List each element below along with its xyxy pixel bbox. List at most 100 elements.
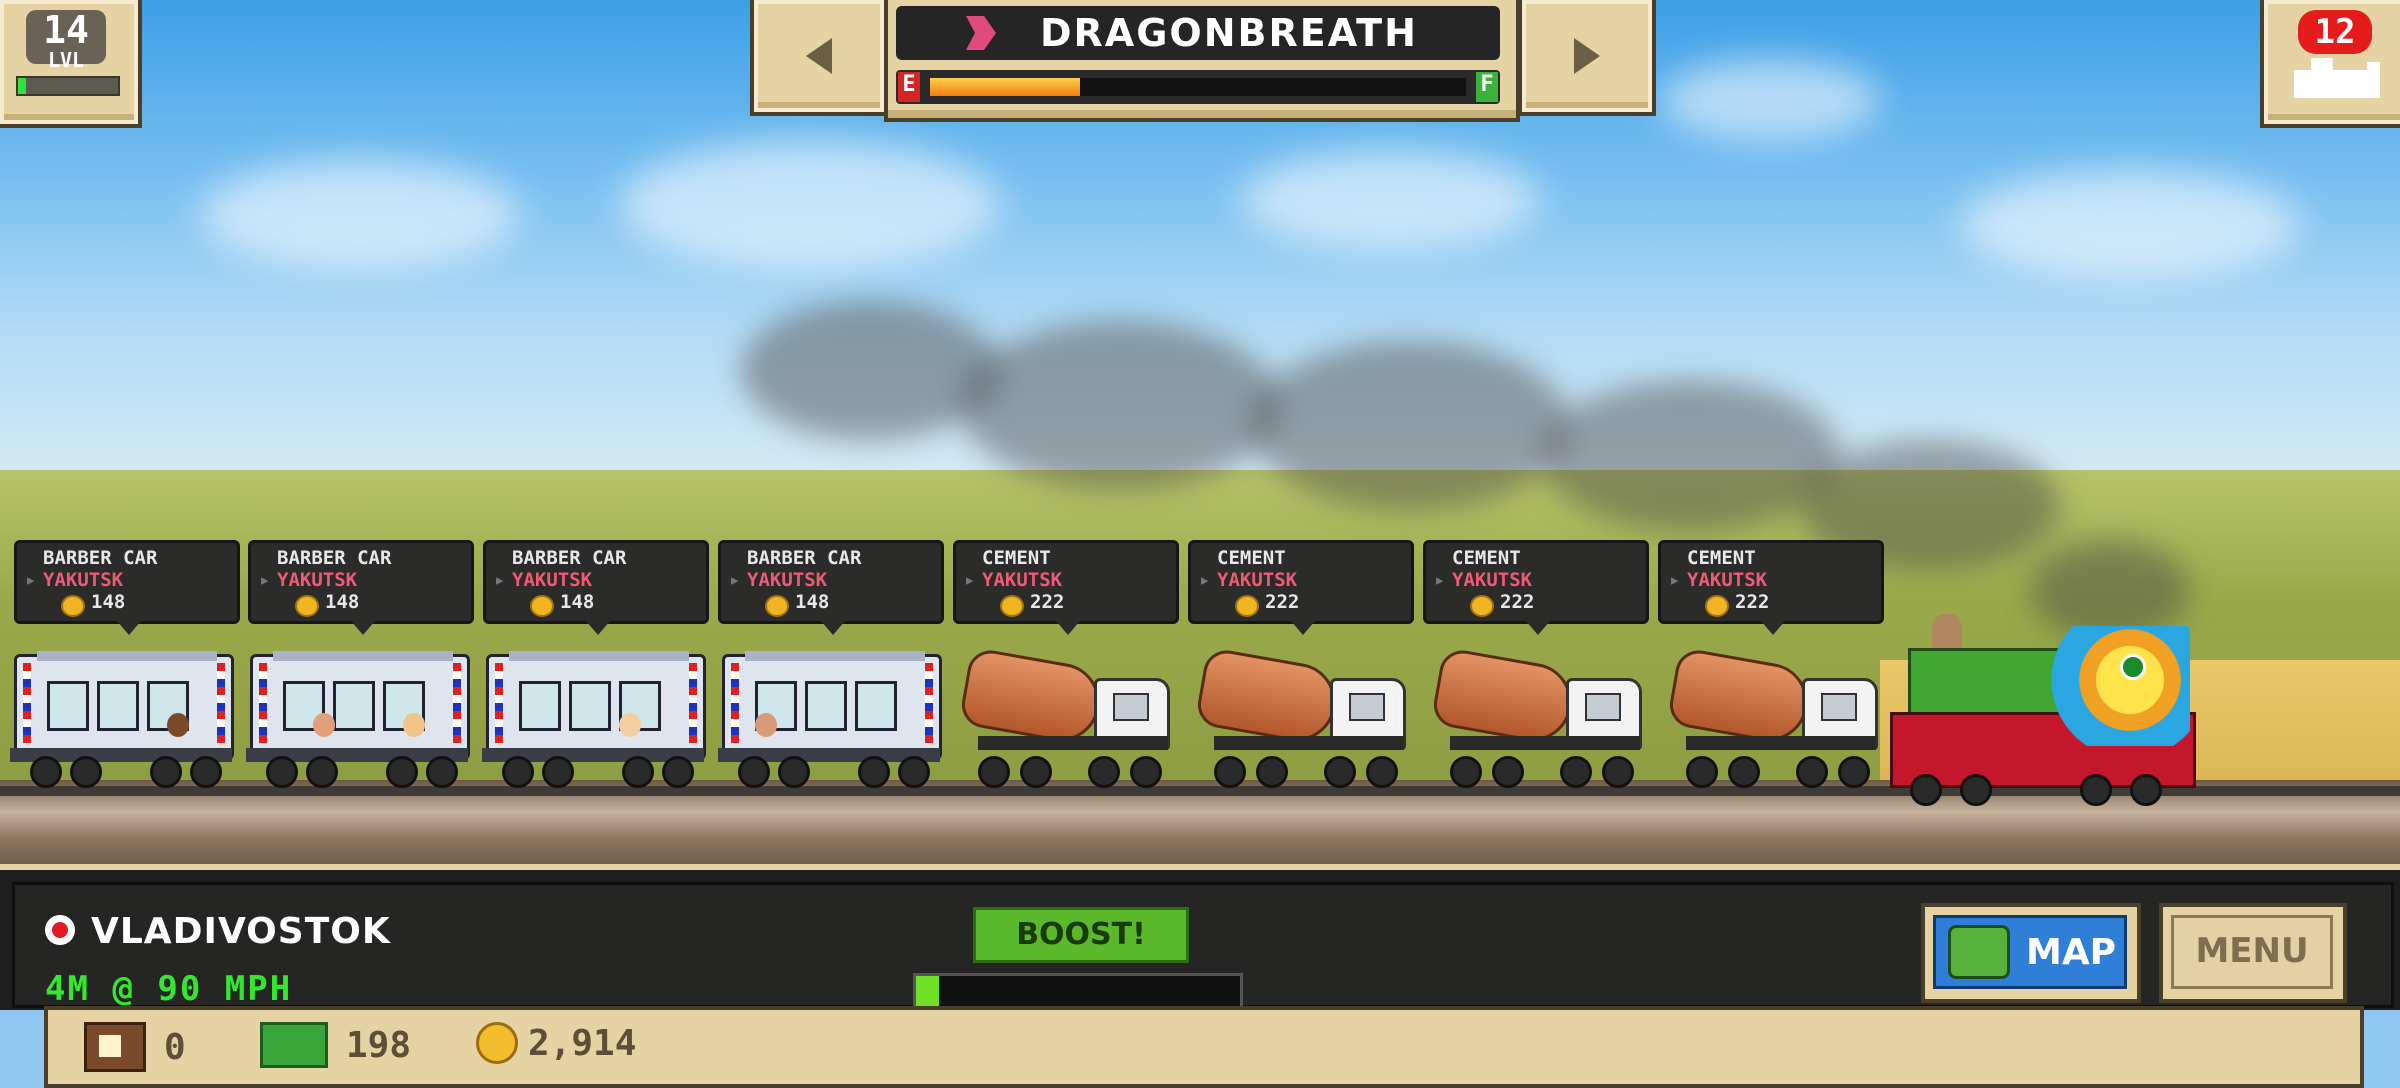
driver-icon (1932, 614, 1962, 650)
car-type: BARBER CAR (747, 547, 862, 569)
cement-drum (1430, 646, 1578, 748)
car-chassis (978, 736, 1168, 750)
fuel-track (930, 78, 1466, 96)
car-label[interactable]: BARBER CAR YAKUTSK 148 (14, 540, 240, 635)
barber-pole-icon (217, 663, 225, 743)
car-type: CEMENT (982, 547, 1051, 569)
car-roof (745, 651, 925, 661)
cement-car[interactable] (954, 646, 1176, 788)
wheel-icon (542, 756, 574, 788)
car-label[interactable]: BARBER CAR YAKUTSK 148 (483, 540, 709, 635)
cash-resource[interactable]: 198 (260, 1022, 411, 1068)
car-destination: YAKUTSK (259, 569, 357, 591)
car-label[interactable]: BARBER CAR YAKUTSK 148 (718, 540, 944, 635)
level-label: LVL (47, 48, 85, 72)
wheel-icon (502, 756, 534, 788)
car-destination: YAKUTSK (729, 569, 827, 591)
wheel-icon (1602, 756, 1634, 788)
car-destination: YAKUTSK (1434, 569, 1532, 591)
barber-pole-icon (731, 663, 739, 743)
passenger-icon (167, 713, 189, 737)
wheel-icon (1130, 756, 1162, 788)
coins-resource[interactable]: 2,914 (476, 1022, 636, 1064)
trains-badge[interactable]: 12 (2260, 0, 2400, 128)
coin-icon (765, 595, 789, 617)
arrow-right-icon (1574, 38, 1600, 74)
cement-car[interactable] (1190, 646, 1412, 788)
train-name-bar: DRAGONBREATH (896, 6, 1500, 60)
car-value: 222 (1500, 591, 1535, 613)
car-label[interactable]: CEMENT YAKUTSK 222 (1658, 540, 1884, 635)
car-window (519, 681, 561, 731)
car-type: CEMENT (1452, 547, 1521, 569)
barber-car[interactable] (718, 650, 942, 788)
car-type: CEMENT (1217, 547, 1286, 569)
car-window (569, 681, 611, 731)
dragon-icon (966, 16, 996, 50)
car-value: 222 (1265, 591, 1300, 613)
car-body (250, 651, 470, 760)
passenger-icon (755, 713, 777, 737)
car-label[interactable]: CEMENT YAKUTSK 222 (1423, 540, 1649, 635)
car-destination: YAKUTSK (964, 569, 1062, 591)
arrow-left-icon (806, 38, 832, 74)
car-label[interactable]: CEMENT YAKUTSK 222 (953, 540, 1179, 635)
car-roof (509, 651, 689, 661)
fuel-fill (930, 78, 1081, 96)
cement-drum (1194, 646, 1342, 748)
cement-car[interactable] (1662, 646, 1884, 788)
dragon-locomotive[interactable] (1890, 606, 2200, 806)
level-badge[interactable]: 14 LVL (0, 0, 142, 128)
car-window (47, 681, 89, 731)
hud-panel: VLADIVOSTOK 4M @ 90 MPH BOOST! MAP MENU (12, 882, 2394, 1013)
coin-icon (1470, 595, 1494, 617)
cash-count: 198 (346, 1024, 412, 1066)
car-type: CEMENT (1687, 547, 1756, 569)
next-train-button[interactable] (1518, 0, 1656, 116)
crates-count: 0 (164, 1026, 186, 1068)
fuel-full-label: F (1476, 72, 1498, 102)
cement-car[interactable] (1426, 646, 1648, 788)
prev-train-button[interactable] (750, 0, 888, 116)
car-label[interactable]: BARBER CAR YAKUTSK 148 (248, 540, 474, 635)
coin-icon (530, 595, 554, 617)
coin-icon (61, 595, 85, 617)
crates-resource[interactable]: 0 (84, 1022, 186, 1072)
cloud (620, 140, 1000, 270)
wheel-icon (858, 756, 890, 788)
speed-status: 4M @ 90 MPH (45, 969, 293, 1009)
boost-progress-fill (916, 976, 939, 1010)
level-progress-bar (16, 76, 120, 96)
boost-button[interactable]: BOOST! (973, 907, 1189, 963)
map-button[interactable]: MAP (1921, 903, 2141, 1003)
station-marker-icon (45, 915, 75, 945)
car-type: BARBER CAR (43, 547, 158, 569)
wheel-icon (738, 756, 770, 788)
car-type: BARBER CAR (277, 547, 392, 569)
cab-window (1349, 693, 1385, 721)
cloud (1660, 60, 1880, 140)
coin-icon (476, 1022, 518, 1064)
coin-icon (1705, 595, 1729, 617)
car-type: BARBER CAR (512, 547, 627, 569)
barber-pole-icon (453, 663, 461, 743)
barber-car[interactable] (246, 650, 470, 788)
fuel-empty-label: E (898, 72, 920, 102)
barber-car[interactable] (10, 650, 234, 788)
cloud (1960, 170, 2300, 280)
map-label: MAP (2026, 931, 2117, 973)
cab-window (1113, 693, 1149, 721)
wheel-icon (1256, 756, 1288, 788)
car-destination: YAKUTSK (1669, 569, 1767, 591)
cash-icon (260, 1022, 328, 1068)
barber-car[interactable] (482, 650, 706, 788)
car-chassis (1214, 736, 1404, 750)
wheel-icon (1214, 756, 1246, 788)
wheel-icon (662, 756, 694, 788)
car-value: 148 (91, 591, 126, 613)
car-label[interactable]: CEMENT YAKUTSK 222 (1188, 540, 1414, 635)
wheel-icon (1450, 756, 1482, 788)
smoke-cloud (740, 300, 1000, 440)
dragon-eye (2120, 654, 2146, 680)
menu-button[interactable]: MENU (2159, 903, 2347, 1003)
